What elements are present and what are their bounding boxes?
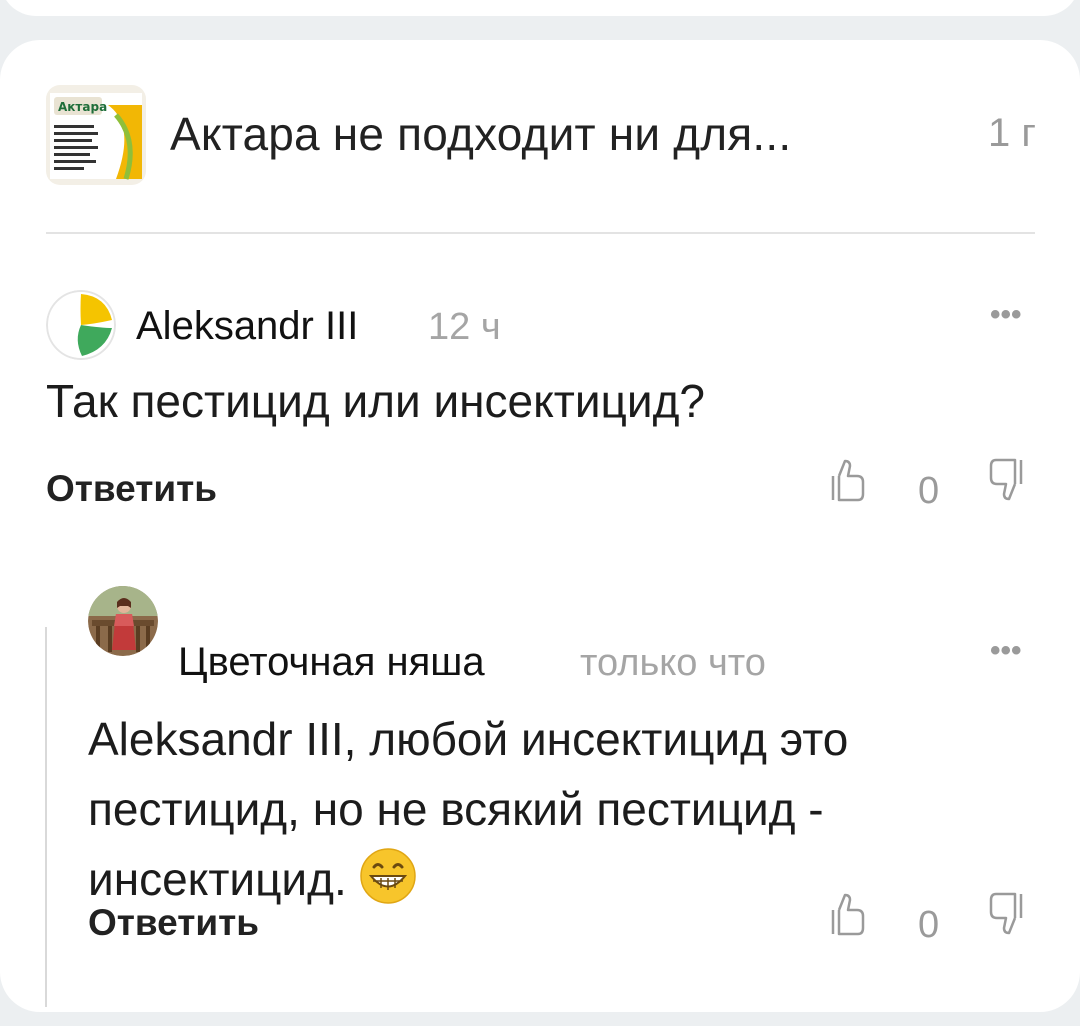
avatar[interactable] bbox=[88, 586, 158, 656]
comment-text: Aleksandr III, любой инсектицид это пест… bbox=[88, 704, 988, 914]
comment-author[interactable]: Цветочная няша bbox=[178, 640, 485, 685]
previous-card bbox=[0, 0, 1080, 16]
comment-time: только что bbox=[580, 642, 766, 684]
more-dots-icon[interactable]: ••• bbox=[990, 634, 1022, 668]
reply-button[interactable]: Ответить bbox=[88, 902, 259, 944]
comment-text-body: Aleksandr III, любой инсектицид это пест… bbox=[88, 713, 849, 905]
comments-card: Актара Актара не подходит ни для... 1 г … bbox=[0, 40, 1080, 1012]
comment-reply: Цветочная няша только что ••• Aleksandr … bbox=[0, 40, 1080, 1000]
likes-count: 0 bbox=[918, 904, 940, 946]
thumb-down-icon[interactable] bbox=[988, 892, 1024, 936]
thumb-up-icon[interactable] bbox=[830, 892, 866, 936]
grinning-emoji bbox=[360, 848, 416, 904]
